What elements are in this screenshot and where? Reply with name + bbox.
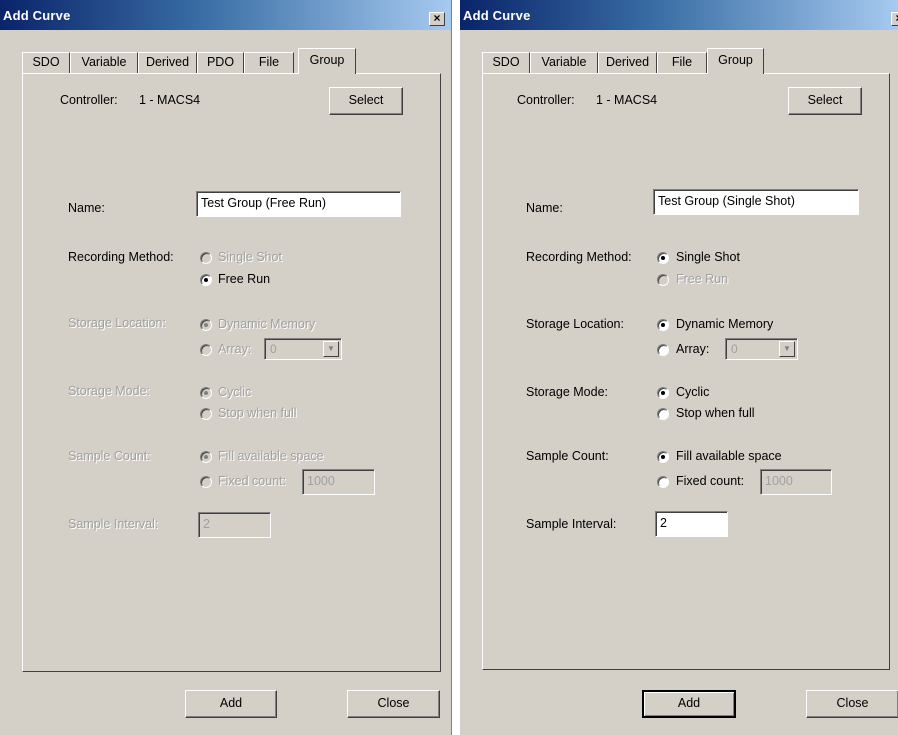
tab-group[interactable]: Group	[707, 48, 764, 74]
select-button[interactable]: Select	[329, 87, 403, 115]
fill-space-radio[interactable]	[200, 451, 212, 463]
fixed-count-label: Fixed count:	[218, 474, 287, 488]
dynamic-memory-label: Dynamic Memory	[676, 317, 774, 331]
free-run-radio[interactable]	[200, 274, 212, 286]
cyclic-radio[interactable]	[657, 387, 669, 399]
window-title: Add Curve	[3, 8, 71, 23]
array-radio[interactable]	[200, 344, 212, 356]
free-run-radio[interactable]	[657, 274, 669, 286]
fixed-count-input[interactable]: 1000	[760, 469, 832, 495]
group-tab-panel	[22, 73, 441, 672]
chevron-down-icon[interactable]: ▼	[779, 341, 795, 357]
tab-file[interactable]: File	[244, 52, 294, 73]
name-input[interactable]: Test Group (Free Run)	[196, 191, 401, 217]
array-label: Array:	[676, 342, 710, 356]
controller-value: 1 - MACS4	[596, 93, 658, 107]
controller-value: 1 - MACS4	[139, 93, 201, 107]
chevron-down-icon[interactable]: ▼	[323, 341, 339, 357]
tab-variable[interactable]: Variable	[70, 52, 138, 73]
radio-selected-dot	[204, 455, 208, 459]
fixed-count-input[interactable]: 1000	[302, 469, 375, 495]
tab-sdo[interactable]: SDO	[482, 52, 530, 73]
cyclic-radio[interactable]	[200, 387, 212, 399]
storage-mode-label: Storage Mode:	[526, 385, 608, 399]
tab-pdo[interactable]: PDO	[197, 52, 244, 73]
add-button[interactable]: Add	[642, 690, 736, 718]
single-shot-label: Single Shot	[218, 250, 282, 264]
fixed-count-radio[interactable]	[200, 476, 212, 488]
controller-label: Controller:	[517, 93, 575, 107]
fill-space-radio[interactable]	[657, 451, 669, 463]
close-button[interactable]: Close	[806, 690, 898, 718]
select-button[interactable]: Select	[788, 87, 862, 115]
name-input[interactable]: Test Group (Single Shot)	[653, 189, 859, 215]
tab-derived[interactable]: Derived	[138, 52, 197, 73]
radio-selected-dot	[204, 278, 208, 282]
free-run-label: Free Run	[218, 272, 271, 286]
dynamic-memory-radio[interactable]	[657, 319, 669, 331]
close-button[interactable]: Close	[347, 690, 440, 718]
tab-file[interactable]: File	[657, 52, 707, 73]
radio-selected-dot	[204, 323, 208, 327]
title-bar[interactable]: Add Curve ×	[460, 0, 898, 30]
stop-when-full-radio[interactable]	[657, 408, 669, 420]
tab-strip: SDO Variable Derived File Group	[460, 48, 898, 74]
sample-interval-label: Sample Interval:	[526, 517, 617, 531]
array-dropdown[interactable]: 0 ▼	[264, 338, 342, 360]
stop-when-full-radio[interactable]	[200, 408, 212, 420]
array-dropdown-value: 0	[731, 342, 738, 356]
sample-interval-label: Sample Interval:	[68, 517, 159, 531]
tab-derived[interactable]: Derived	[598, 52, 657, 73]
cyclic-label: Cyclic	[676, 385, 710, 399]
storage-mode-label: Storage Mode:	[68, 384, 150, 398]
sample-interval-input[interactable]: 2	[655, 511, 728, 537]
recording-method-label: Recording Method:	[68, 250, 174, 264]
fill-space-label: Fill available space	[218, 449, 324, 463]
fixed-count-radio[interactable]	[657, 476, 669, 488]
free-run-label: Free Run	[676, 272, 729, 286]
sample-count-label: Sample Count:	[526, 449, 609, 463]
window-title: Add Curve	[463, 8, 531, 23]
single-shot-label: Single Shot	[676, 250, 740, 264]
title-bar[interactable]: Add Curve ×	[0, 0, 451, 30]
storage-location-label: Storage Location:	[526, 317, 624, 331]
tab-group[interactable]: Group	[298, 48, 356, 74]
storage-location-label: Storage Location:	[68, 316, 166, 330]
radio-selected-dot	[661, 323, 665, 327]
dynamic-memory-label: Dynamic Memory	[218, 317, 316, 331]
tab-variable[interactable]: Variable	[530, 52, 598, 73]
fixed-count-label: Fixed count:	[676, 474, 745, 488]
single-shot-radio[interactable]	[657, 252, 669, 264]
add-curve-dialog-single-shot: Add Curve × SDO Variable Derived File Gr…	[459, 0, 898, 735]
sample-interval-input[interactable]: 2	[198, 512, 271, 538]
stop-when-full-label: Stop when full	[218, 406, 297, 420]
dynamic-memory-radio[interactable]	[200, 319, 212, 331]
array-radio[interactable]	[657, 344, 669, 356]
radio-selected-dot	[661, 256, 665, 260]
single-shot-radio[interactable]	[200, 252, 212, 264]
radio-selected-dot	[661, 391, 665, 395]
fill-space-label: Fill available space	[676, 449, 782, 463]
close-icon[interactable]: ×	[891, 12, 898, 26]
group-tab-panel	[482, 73, 890, 670]
name-label: Name:	[526, 201, 563, 215]
array-label: Array:	[218, 342, 252, 356]
recording-method-label: Recording Method:	[526, 250, 632, 264]
array-dropdown[interactable]: 0 ▼	[725, 338, 798, 360]
tab-strip: SDO Variable Derived PDO File Group	[0, 48, 451, 74]
close-icon[interactable]: ×	[429, 12, 445, 26]
sample-count-label: Sample Count:	[68, 449, 151, 463]
radio-selected-dot	[204, 391, 208, 395]
array-dropdown-value: 0	[270, 342, 277, 356]
radio-selected-dot	[661, 455, 665, 459]
controller-label: Controller:	[60, 93, 118, 107]
add-curve-dialog-free-run: Add Curve × SDO Variable Derived PDO Fil…	[0, 0, 452, 735]
stop-when-full-label: Stop when full	[676, 406, 755, 420]
cyclic-label: Cyclic	[218, 385, 252, 399]
name-label: Name:	[68, 201, 105, 215]
tab-sdo[interactable]: SDO	[22, 52, 70, 73]
add-button[interactable]: Add	[185, 690, 277, 718]
